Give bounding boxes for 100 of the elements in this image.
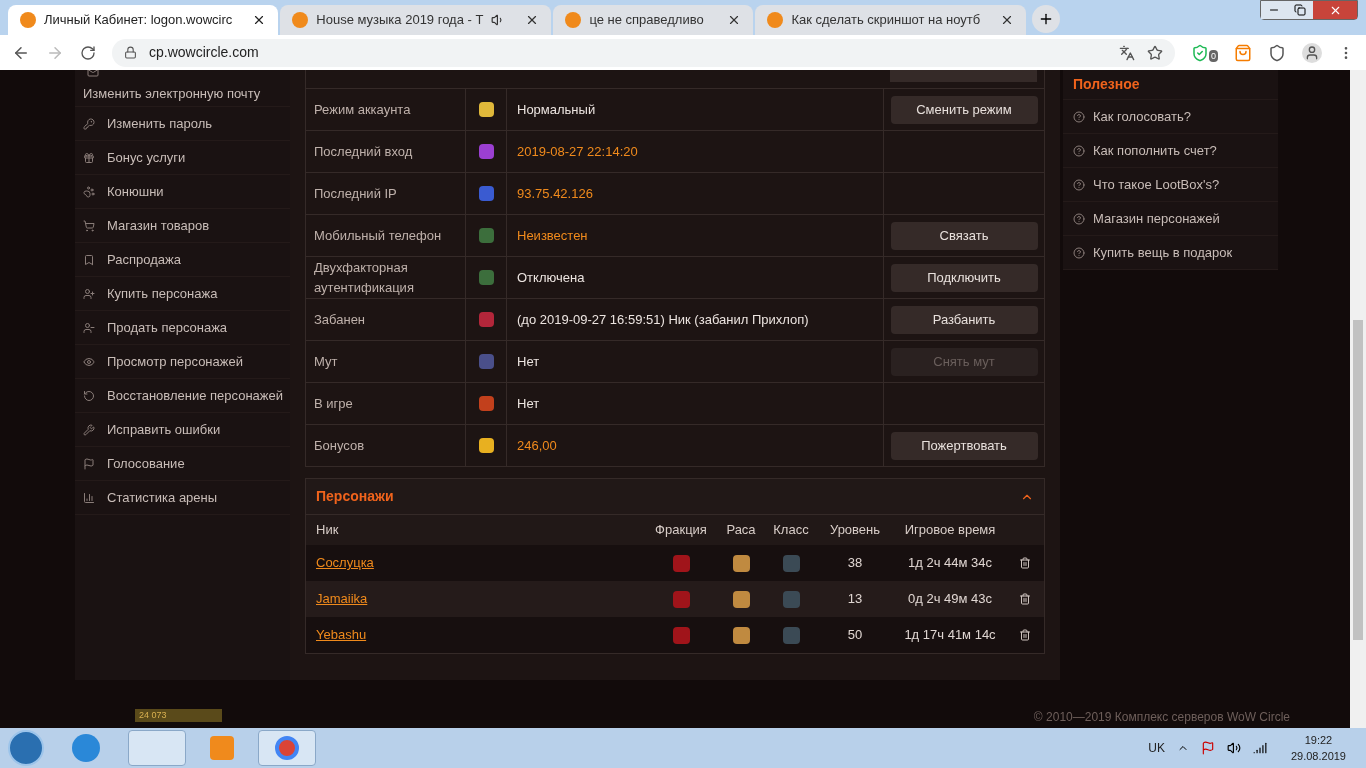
field-label: Бонусов [314,436,365,455]
sidebar-label: Купить персонажа [107,285,218,302]
help-link[interactable]: Что такое LootBox's? [1093,174,1220,195]
signal-icon[interactable] [1252,741,1267,755]
profile-icon[interactable] [1302,42,1322,63]
clock-time[interactable]: 19:22 [1304,732,1333,748]
sidebar-label: Исправить ошибки [107,421,221,438]
play-time: 0д 2ч 49м 43с [907,590,993,609]
column-header: Игровое время [903,521,997,540]
field-label: Последний вход [314,142,413,161]
column-header: Ник [315,521,340,540]
column-header: Уровень [828,521,882,540]
sidebar-label: Продать персонажа [107,319,228,336]
tab-title: Как сделать скриншот на ноутб [791,11,981,30]
help-link[interactable]: Как голосовать? [1093,106,1191,127]
site-icon [565,12,582,28]
scrollbar[interactable] [1350,70,1366,728]
action-button[interactable]: Разбанить [890,305,1038,334]
bag-icon[interactable] [1234,43,1252,62]
status-icon [478,438,494,453]
field-label: Режим аккаунта [314,100,411,119]
status-icon [478,354,494,369]
field-label: Двухфакторная аутентификация [314,258,415,297]
field-value: Отключена [517,268,585,287]
sidebar-label: Распродажа [107,251,181,268]
sidebar-label: Восстановление персонажей [107,387,284,404]
race-icon [732,590,750,608]
language-indicator[interactable]: UK [1148,739,1165,757]
character-link[interactable]: Yebashu [316,627,367,643]
sidebar-item-icon [83,185,95,198]
field-label: В игре [314,394,353,413]
status-icon [478,228,494,243]
translate-icon[interactable] [1119,44,1135,61]
sidebar-item-icon [83,355,95,368]
minimize-button[interactable] [1261,1,1287,19]
column-header: Раса [725,521,757,540]
action-button[interactable]: Связать [890,221,1038,250]
play-time: 1д 17ч 41м 14с [903,626,997,645]
class-icon [782,554,800,572]
sidebar-label: Изменить пароль [107,115,213,132]
sidebar-item-icon [83,151,95,164]
sidebar-item-icon [83,287,95,300]
race-icon [732,554,750,572]
faction-icon [672,554,690,572]
site-icon [292,12,309,28]
race-icon [732,626,750,644]
address-bar[interactable]: cp.wowcircle.com [112,38,1175,67]
extension-badge: 0 [1209,49,1218,62]
chrome-taskbar-icon[interactable] [258,730,316,766]
delete-icon[interactable] [1019,557,1031,569]
restore-button[interactable] [1287,1,1313,19]
new-tab-button[interactable] [1032,5,1061,33]
status-icon [478,396,494,411]
browser-tab[interactable]: House музыка 2019 года - Т [280,5,552,35]
sidebar-item-icon [83,389,95,402]
field-label: Мобильный телефон [314,226,442,245]
field-label: Мут [314,352,338,371]
help-icon [1073,212,1085,225]
shield-check-icon[interactable] [1191,43,1209,62]
character-link[interactable]: Jamaiika [316,591,368,607]
browser-tab[interactable]: Как сделать скриншот на ноутб [755,5,1027,35]
action-button[interactable]: Сменить режим [890,95,1038,124]
clock-date[interactable]: 29.08.2019 [1290,748,1346,764]
sidebar-label: Бонус услуги [107,149,186,166]
help-link[interactable]: Магазин персонажей [1093,208,1220,229]
lock-icon [124,46,137,59]
help-icon [1073,246,1085,259]
visit-counter: 24 073 [135,708,222,722]
shield-icon[interactable] [1268,43,1286,62]
tab-title: Личный Кабинет: logon.wowcirc [44,11,233,30]
column-header: Фракция [654,521,708,540]
sidebar-label: Изменить электронную почту [83,86,262,102]
sidebar-item-icon [83,491,95,504]
flag-icon[interactable] [1200,741,1215,755]
field-value: 246,00 [517,436,557,455]
help-icon [1073,110,1085,123]
column-header: Класс [772,521,810,540]
sidebar-label: Просмотр персонажей [107,353,243,370]
help-link[interactable]: Как пополнить счет? [1093,140,1217,161]
sidebar-item-icon [83,423,95,436]
help-link[interactable]: Купить вещь в подарок [1093,242,1233,263]
start-button[interactable] [8,730,44,766]
close-window-button[interactable] [1313,1,1357,19]
faction-icon [672,626,690,644]
character-link[interactable]: Сослуцка [316,555,374,571]
sidebar-label: Конюшни [107,183,164,200]
delete-icon[interactable] [1019,593,1031,605]
volume-icon[interactable] [1226,741,1241,755]
site-icon [20,12,36,28]
delete-icon[interactable] [1019,629,1031,641]
help-icon [1073,178,1085,191]
action-button[interactable]: Подключить [890,263,1038,292]
bookmark-star-icon[interactable] [1147,44,1163,61]
characters-header[interactable]: Персонажи [306,479,1044,515]
action-button[interactable]: Пожертвовать [890,431,1038,460]
browser-tab[interactable]: це не справедливо [553,5,754,35]
copyright-text: © 2010—2019 Комплекс серверов WoW Circle [1033,709,1290,726]
reload-icon[interactable] [80,44,96,61]
browser-tab[interactable]: Личный Кабинет: logon.wowcirc [8,5,279,35]
field-value: Нет [517,352,540,371]
